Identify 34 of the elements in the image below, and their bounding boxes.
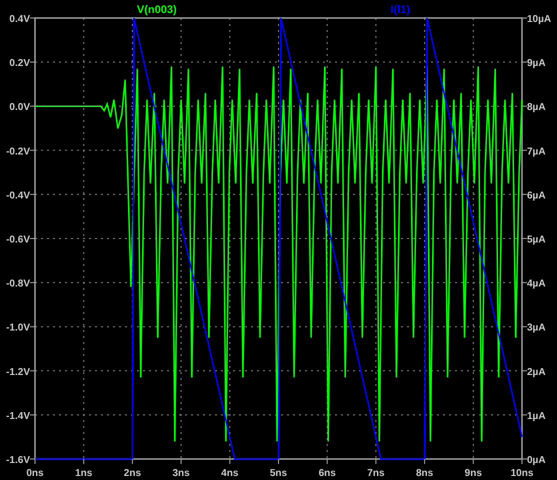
axis-tick-label: 3µA bbox=[527, 322, 546, 334]
axis-tick-label: 9ns bbox=[464, 468, 482, 479]
axis-tick-label: 0.4V bbox=[9, 14, 30, 25]
axis-tick-label: 7µA bbox=[527, 146, 546, 158]
axis-tick-label: 0ns bbox=[26, 468, 44, 479]
axis-tick-label: -1.6V bbox=[6, 455, 30, 466]
axis-tick-label: -1.0V bbox=[6, 322, 30, 334]
axis-tick-label: 10ns bbox=[510, 468, 534, 479]
axis-tick-label: 5µA bbox=[527, 234, 546, 246]
axis-tick-label: -1.4V bbox=[6, 410, 30, 422]
axis-tick-label: 7ns bbox=[367, 468, 385, 479]
axis-tick-label: 6ns bbox=[318, 468, 336, 479]
axis-tick-label: 9µA bbox=[527, 58, 546, 70]
axis-tick-label: 1µA bbox=[527, 410, 546, 422]
axis-tick-label: 8ns bbox=[416, 468, 434, 479]
axis-tick-label: 8µA bbox=[527, 102, 546, 114]
axis-tick-label: 6µA bbox=[527, 190, 546, 202]
axis-tick-label: 0.2V bbox=[9, 58, 30, 70]
axis-tick-label: 1ns bbox=[75, 468, 92, 479]
axis-tick-label: 5ns bbox=[270, 468, 288, 479]
axis-tick-label: -0.2V bbox=[6, 146, 30, 158]
axis-tick-label: 0.0V bbox=[9, 102, 30, 114]
axis-tick-label: -1.2V bbox=[6, 366, 30, 378]
axis-tick-label: 3ns bbox=[172, 468, 190, 479]
axis-tick-label: 2ns bbox=[124, 468, 142, 479]
axis-tick-label: 4ns bbox=[221, 468, 238, 479]
axis-tick-label: 4µA bbox=[527, 278, 546, 290]
axis-tick-label: 2µA bbox=[527, 366, 546, 378]
axis-tick-label: 10µA bbox=[527, 14, 552, 25]
axis-tick-label: -0.4V bbox=[6, 190, 30, 202]
axis-tick-label: -0.8V bbox=[6, 278, 30, 290]
trace-label[interactable]: V(n003) bbox=[136, 4, 177, 16]
axis-tick-label: -0.6V bbox=[6, 234, 30, 246]
axis-tick-label: 0µA bbox=[527, 455, 546, 466]
